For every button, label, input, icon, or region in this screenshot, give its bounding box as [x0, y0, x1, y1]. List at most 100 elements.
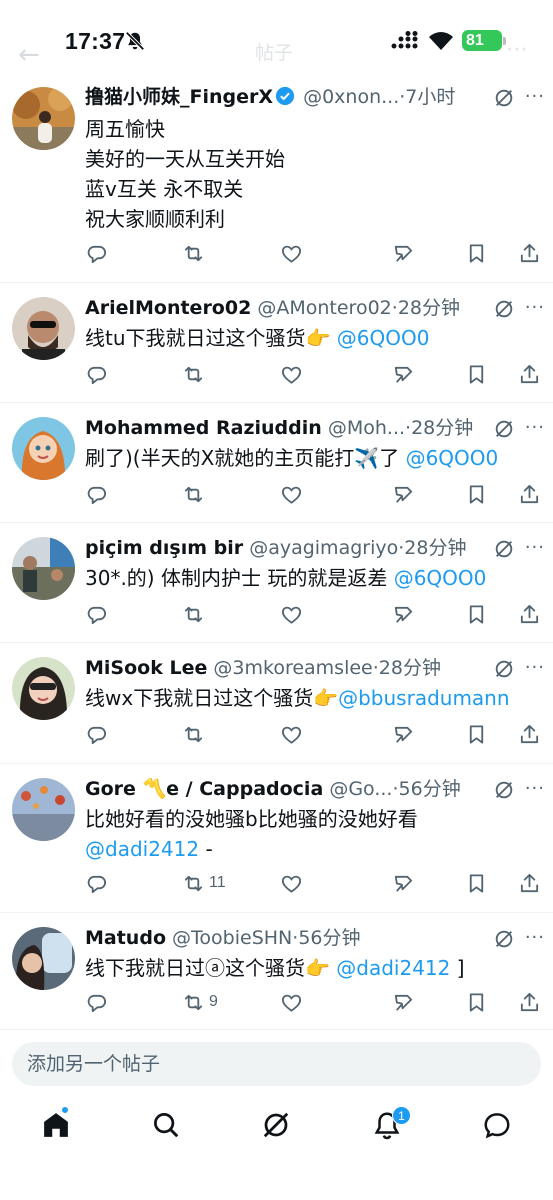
author-handle[interactable]: @Moh... — [328, 417, 405, 439]
bookmark-button[interactable] — [465, 482, 488, 506]
reply-button[interactable] — [85, 871, 108, 895]
post-time[interactable]: 28分钟 — [404, 537, 466, 559]
bookmark-button[interactable] — [465, 722, 488, 746]
grok-icon[interactable] — [493, 779, 515, 801]
mention-link[interactable]: @6QOO0 — [394, 566, 487, 590]
author-handle[interactable]: @3mkoreamslee — [213, 657, 372, 679]
avatar[interactable] — [12, 927, 75, 990]
reply-button[interactable] — [85, 241, 108, 265]
back-arrow-icon[interactable]: ← — [18, 40, 40, 70]
nav-grok[interactable] — [261, 1110, 291, 1140]
post-2[interactable]: Mohammed Raziuddin @Moh...·28分钟 ··· 刷了)(… — [0, 403, 553, 523]
mention-link[interactable]: @6QOO0 — [406, 446, 499, 470]
post-time[interactable]: 7小时 — [405, 86, 455, 108]
views-button[interactable] — [392, 241, 415, 265]
grok-icon[interactable] — [493, 298, 515, 320]
share-button[interactable] — [518, 241, 541, 265]
nav-search[interactable] — [151, 1110, 181, 1140]
grok-icon[interactable] — [493, 87, 515, 109]
reply-button[interactable] — [85, 362, 108, 386]
grok-icon[interactable] — [493, 928, 515, 950]
like-button[interactable] — [280, 482, 303, 506]
post-time[interactable]: 56分钟 — [399, 778, 461, 800]
post-1[interactable]: ArielMontero02 @AMontero02·28分钟 ··· 线tu下… — [0, 283, 553, 403]
share-button[interactable] — [518, 871, 541, 895]
author-handle[interactable]: @0xnon... — [303, 86, 399, 108]
views-button[interactable] — [392, 990, 415, 1014]
repost-button[interactable] — [182, 362, 209, 386]
bookmark-button[interactable] — [465, 990, 488, 1014]
header-more-icon[interactable]: ⋯ — [506, 37, 528, 62]
more-icon[interactable]: ··· — [525, 417, 545, 438]
share-button[interactable] — [518, 362, 541, 386]
author-name[interactable]: MiSook Lee — [85, 657, 207, 679]
avatar[interactable] — [12, 778, 75, 841]
author-name[interactable]: Gore 〽️e / Cappadocia — [85, 778, 323, 800]
mention-link[interactable]: @dadi2412 — [336, 956, 450, 980]
views-button[interactable] — [392, 871, 415, 895]
like-button[interactable] — [280, 362, 303, 386]
avatar[interactable] — [12, 297, 75, 360]
more-icon[interactable]: ··· — [525, 86, 545, 107]
bookmark-button[interactable] — [465, 241, 488, 265]
reply-button[interactable] — [85, 990, 108, 1014]
avatar[interactable] — [12, 87, 75, 150]
author-handle[interactable]: @Go... — [329, 778, 392, 800]
like-button[interactable] — [280, 722, 303, 746]
author-handle[interactable]: @ayagimagriyo — [249, 537, 398, 559]
author-name[interactable]: Matudo — [85, 927, 166, 949]
author-name[interactable]: 撸猫小师妹_FingerX — [85, 86, 273, 108]
more-icon[interactable]: ··· — [525, 927, 545, 948]
like-button[interactable] — [280, 990, 303, 1014]
author-name[interactable]: Mohammed Raziuddin — [85, 417, 322, 439]
mention-link[interactable]: @6QOO0 — [337, 326, 430, 350]
views-button[interactable] — [392, 722, 415, 746]
grok-icon[interactable] — [493, 418, 515, 440]
more-icon[interactable]: ··· — [525, 657, 545, 678]
grok-icon[interactable] — [493, 538, 515, 560]
share-button[interactable] — [518, 990, 541, 1014]
mention-link[interactable]: @bbusradumann — [338, 686, 509, 710]
reply-button[interactable] — [85, 602, 108, 626]
post-5[interactable]: Gore 〽️e / Cappadocia @Go...·56分钟 ··· 比她… — [0, 764, 553, 913]
views-button[interactable] — [392, 602, 415, 626]
more-icon[interactable]: ··· — [525, 778, 545, 799]
share-button[interactable] — [518, 722, 541, 746]
reply-input[interactable]: 添加另一个帖子 — [12, 1042, 541, 1086]
mention-link[interactable]: @dadi2412 — [85, 837, 199, 861]
share-button[interactable] — [518, 602, 541, 626]
repost-button[interactable]: 9 — [182, 990, 218, 1014]
more-icon[interactable]: ··· — [525, 537, 545, 558]
bookmark-button[interactable] — [465, 871, 488, 895]
bookmark-button[interactable] — [465, 362, 488, 386]
reply-button[interactable] — [85, 722, 108, 746]
repost-button[interactable]: 11 — [182, 871, 226, 895]
repost-button[interactable] — [182, 241, 209, 265]
avatar[interactable] — [12, 657, 75, 720]
repost-button[interactable] — [182, 722, 209, 746]
more-icon[interactable]: ··· — [525, 297, 545, 318]
post-time[interactable]: 28分钟 — [379, 657, 441, 679]
views-button[interactable] — [392, 362, 415, 386]
repost-button[interactable] — [182, 602, 209, 626]
avatar[interactable] — [12, 417, 75, 480]
post-time[interactable]: 28分钟 — [398, 297, 460, 319]
views-button[interactable] — [392, 482, 415, 506]
reply-button[interactable] — [85, 482, 108, 506]
author-name[interactable]: piçim dışım bir — [85, 537, 243, 559]
post-6[interactable]: Matudo @ToobieSHN·56分钟 ··· 线下我就日过ⓐ这个骚货👉 … — [0, 913, 553, 1030]
nav-home[interactable] — [41, 1110, 71, 1140]
post-0[interactable]: 撸猫小师妹_FingerX @0xnon...·7小时 ··· 周五愉快 美好的… — [0, 82, 553, 283]
nav-messages[interactable] — [482, 1110, 512, 1140]
repost-button[interactable] — [182, 482, 209, 506]
author-name[interactable]: ArielMontero02 — [85, 297, 251, 319]
like-button[interactable] — [280, 241, 303, 265]
bookmark-button[interactable] — [465, 602, 488, 626]
author-handle[interactable]: @ToobieSHN — [172, 927, 292, 949]
like-button[interactable] — [280, 871, 303, 895]
like-button[interactable] — [280, 602, 303, 626]
grok-icon[interactable] — [493, 658, 515, 680]
share-button[interactable] — [518, 482, 541, 506]
author-handle[interactable]: @AMontero02 — [257, 297, 391, 319]
post-time[interactable]: 56分钟 — [298, 927, 360, 949]
